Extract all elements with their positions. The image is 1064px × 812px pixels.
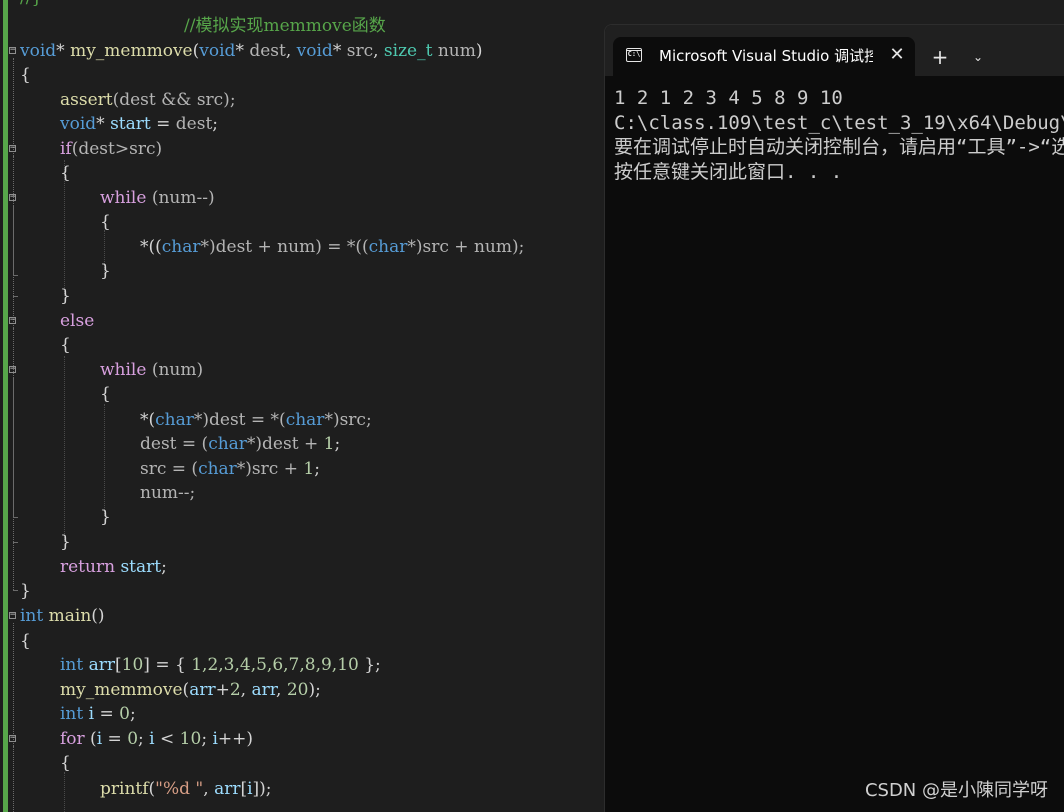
watermark: CSDN @是小陳同学呀 [864, 780, 1048, 801]
fold-guide [13, 205, 14, 275]
collapse-icon[interactable]: − [9, 611, 16, 620]
code-line: dest = (char*)dest + 1; [140, 434, 341, 454]
outlining-margin: − − − − − − − [8, 0, 20, 812]
console-line: 1 2 1 2 3 4 5 8 9 10 [614, 87, 843, 109]
desktop: − − − − − − − //} / [0, 0, 1064, 812]
fold-end-marker [13, 590, 18, 591]
fold-end-marker [13, 517, 18, 518]
code-line: int i = 0; [60, 704, 136, 724]
code-line: { [60, 163, 71, 183]
console-output: 1 2 1 2 3 4 5 8 9 10 C:\class.109\test_c… [614, 86, 1064, 184]
code-line: { [100, 212, 111, 232]
collapse-icon[interactable]: − [9, 144, 16, 153]
code-line: printf("%d ", arr[i]); [100, 779, 272, 799]
code-line: { [20, 65, 31, 85]
tab-bar: C:\ Microsoft Visual Studio 调试控制台 ✕ + ⌄ [605, 25, 1064, 76]
tab-title: Microsoft Visual Studio 调试控制台 [659, 47, 873, 65]
close-tab-icon[interactable]: ✕ [885, 43, 909, 67]
code-line: assert(dest && src); [60, 90, 236, 110]
code-line: { [20, 631, 31, 651]
code-line: while (num) [100, 360, 204, 380]
chevron-down-icon[interactable]: ⌄ [965, 43, 991, 71]
fold-end-marker [13, 275, 18, 276]
collapse-icon[interactable]: − [9, 193, 16, 202]
collapse-icon[interactable]: − [9, 734, 16, 743]
code-line: *(char*)dest = *(char*)src; [140, 410, 372, 430]
debug-console-window[interactable]: C:\ Microsoft Visual Studio 调试控制台 ✕ + ⌄ … [604, 24, 1064, 812]
terminal-icon: C:\ [626, 48, 642, 62]
code-line: my_memmove(arr+2, arr, 20); [60, 680, 321, 700]
code-editor[interactable]: − − − − − − − //} / [0, 0, 604, 812]
code-line: } [100, 507, 111, 527]
console-line: 要在调试停止时自动关闭控制台，请启用“工具”->“选项”->“调试”->“调试停… [614, 136, 1064, 158]
collapse-icon[interactable]: − [9, 365, 16, 374]
code-line: num--; [140, 483, 196, 503]
code-line: while (num--) [100, 188, 215, 208]
code-line: //} [20, 0, 42, 10]
code-line: } [20, 581, 31, 601]
code-text-area[interactable]: //} //模拟实现memmove函数 void* my_memmove(voi… [20, 0, 604, 812]
code-line: } [60, 532, 71, 552]
fold-end-marker [13, 542, 18, 543]
code-line: return start; [60, 557, 167, 577]
code-line: } [100, 261, 111, 281]
fold-end-marker [13, 296, 18, 297]
collapse-icon[interactable]: − [9, 46, 16, 55]
code-line: else [60, 311, 95, 331]
code-line: if(dest>src) [60, 139, 163, 159]
fold-guide [13, 746, 14, 812]
console-line: C:\class.109\test_c\test_3_19\x64\Debug\… [614, 111, 1064, 134]
code-line: *((char*)dest + num) = *((char*)src + nu… [140, 237, 525, 257]
collapse-icon[interactable]: − [9, 316, 16, 325]
code-line: void* start = dest; [60, 114, 219, 134]
code-line: } [60, 286, 71, 306]
console-tab[interactable]: C:\ Microsoft Visual Studio 调试控制台 ✕ [613, 37, 915, 76]
code-line: int arr[10] = { 1,2,3,4,5,6,7,8,9,10 }; [60, 655, 381, 675]
code-line: { [100, 384, 111, 404]
code-line: for (i = 0; i < 10; i++) [60, 729, 254, 749]
code-line: //模拟实现memmove函数 [184, 16, 386, 36]
code-line: void* my_memmove(void* dest, void* src, … [20, 41, 483, 61]
code-line: int main() [20, 606, 105, 626]
fold-guide [13, 377, 14, 517]
code-line: { [60, 335, 71, 355]
code-line: { [60, 753, 71, 773]
new-tab-button[interactable]: + [925, 43, 955, 71]
console-line: 按任意键关闭此窗口. . . [614, 160, 843, 183]
code-line: src = (char*)src + 1; [140, 459, 320, 479]
